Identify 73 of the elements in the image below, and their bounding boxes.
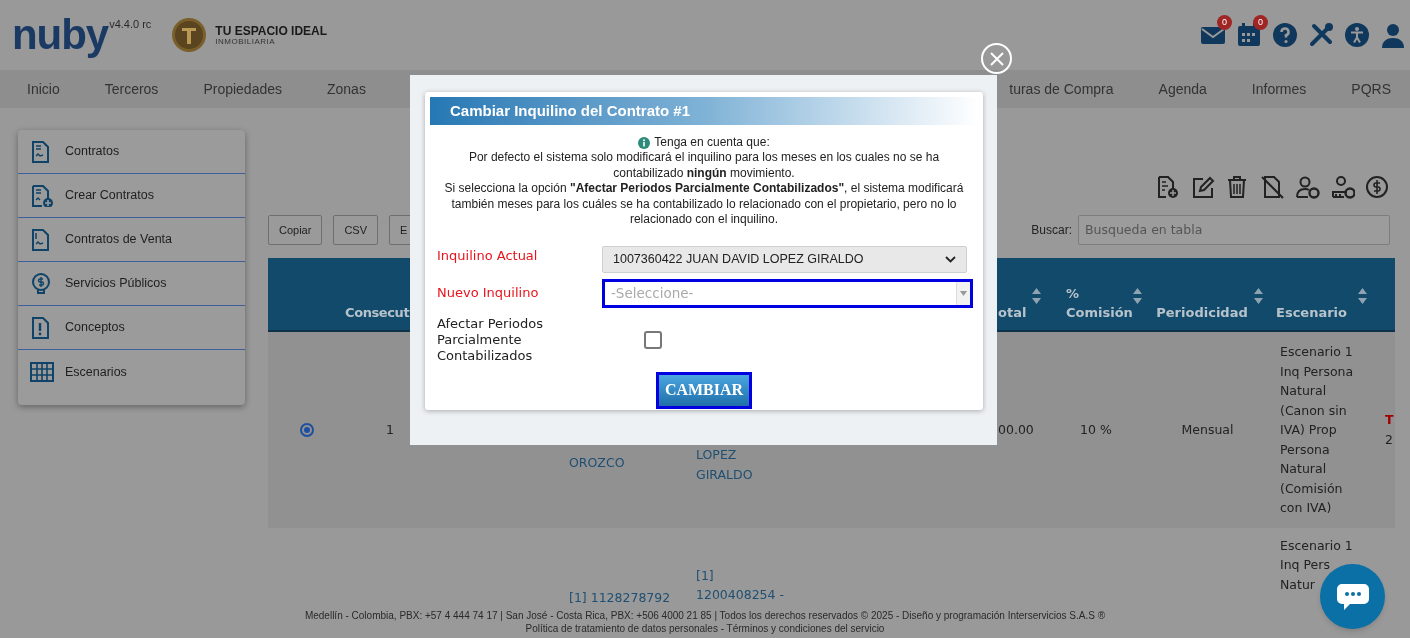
user-icon [1380,22,1406,48]
sidebar-item[interactable]: Servicios Públicos [18,262,245,306]
logo-text: nuby [12,14,109,56]
column-header[interactable]: otal [998,302,1032,322]
brand-subtitle: INMOBILIARIA [215,37,277,46]
table-cell-text: Natur [1280,575,1315,594]
version-label: v4.4.0 rc [109,17,152,30]
sidebar-item[interactable]: Contratos de Venta [18,218,245,262]
change-button[interactable]: CAMBIAR [656,371,752,409]
close-icon [989,51,1004,66]
select-field[interactable]: 1007360422 JUAN DAVID LOPEZ GIRALDO [602,245,967,273]
search-field[interactable]: Busqueda en tabla [1078,214,1390,245]
nav-link[interactable]: Agenda [1158,78,1207,100]
table-cell-text: Escenario 1 [1280,536,1353,555]
radio-button[interactable] [300,422,314,437]
document-crossed-icon[interactable] [1261,176,1285,200]
column-header[interactable]: Periodicidad [1150,302,1254,322]
notification-badge: 0 [1253,15,1268,30]
document-plus-icon[interactable] [1156,176,1180,200]
column-header[interactable]: % Comisión [1066,283,1133,322]
export-button[interactable]: CSV [333,214,379,245]
table-link[interactable]: [1] 1200408254 - [696,565,791,605]
table-cell-text: Mensual [1181,421,1234,440]
footer-text: Política de tratamiento de datos personales - Términos y condiciones del servicio [525,622,885,635]
checkbox[interactable] [644,330,662,349]
dollar-circle-icon[interactable] [1366,176,1390,200]
footer-text: Medellín - Colombia, PBX: +57 4 444 74 17 | San José - Costa Rica, PBX: +506 4000 21 85 | Todos los derechos reservados © 2025 - Diseño y programación Interservicios S.A.S ® [304,609,1106,622]
column-header[interactable]: Escenario [1265,302,1358,322]
sidebar-item[interactable]: Conceptos [18,306,245,350]
document-plus-icon [29,184,54,207]
table-link[interactable]: LOPEZ GIRALDO [696,445,791,485]
table-cell-text: 10 % [1080,421,1112,440]
nav-link[interactable]: Terceros [104,78,159,100]
nav-link[interactable]: turas de Compra [1009,78,1114,100]
table-cell-text: 00.00 [998,421,1034,440]
nav-link[interactable]: Propiedades [203,78,282,100]
table-cell-text: 2 [1385,430,1394,449]
field-label: Inquilino Actual [436,246,539,265]
field-label: Nuevo Inquilino [436,284,540,303]
nav-link[interactable]: Inicio [27,78,60,100]
table-cell-text: Inq Pers [1280,556,1330,575]
search-label: Buscar: [1031,221,1072,239]
chevron-down-icon [945,255,956,263]
note-paragraph: Por defecto el sistema solo modificará el inquilino para los meses en los cuales no se ha contabilizado ningún movimiento. [467,150,941,181]
brand-emblem-icon [171,17,208,53]
accessibility-icon [1344,22,1370,48]
note-paragraph: Si selecciona la opción "Afectar Periodos Parcialmente Contabilizados", el sistema modificará también meses para los cuáles se ha contabilizado lo relacionado con el propietario, pero no lo relacionado con el inquilino. [443,181,965,228]
nav-link[interactable]: Informes [1251,78,1307,100]
user-gear-icon[interactable] [1296,176,1320,200]
nav-link[interactable]: PQRS [1351,78,1391,100]
edit-icon[interactable] [1191,176,1215,200]
tools-icon [1308,22,1334,48]
note-heading: Tenga en cuenta que: [654,135,770,150]
help-icon [1272,22,1298,48]
sidebar-item[interactable]: Crear Contratos [18,174,245,218]
table-cell-text: T [1385,410,1394,429]
field-label: Afectar Periodos Parcialmente Contabilizados [436,315,544,364]
info-icon [638,136,651,149]
sidebar-item[interactable]: Contratos [18,130,245,174]
chat-bubble-icon [1335,581,1370,612]
table-link[interactable]: [1] 1128278792 [569,587,671,608]
table-cell-text: Escenario 1 Inq Persona Natural (Canon sin IVA) Prop Persona Natural (Comisión con IVA) [1280,343,1355,518]
notification-badge: 0 [1217,15,1232,30]
sidebar-item[interactable]: Escenarios [18,350,245,394]
nav-link[interactable]: Zonas [327,78,366,100]
brand-name: TU ESPACIO IDEAL [215,24,328,37]
table-link[interactable]: OROZCO [569,453,625,473]
select-value: 1007360422 JUAN DAVID LOPEZ GIRALDO [613,250,864,268]
table-cell-text: 1 [386,421,394,440]
caret-icon [960,290,967,296]
abacus-icon [29,361,54,383]
export-button[interactable]: Copiar [268,214,323,245]
select-field[interactable]: -Seleccione- [602,278,973,308]
